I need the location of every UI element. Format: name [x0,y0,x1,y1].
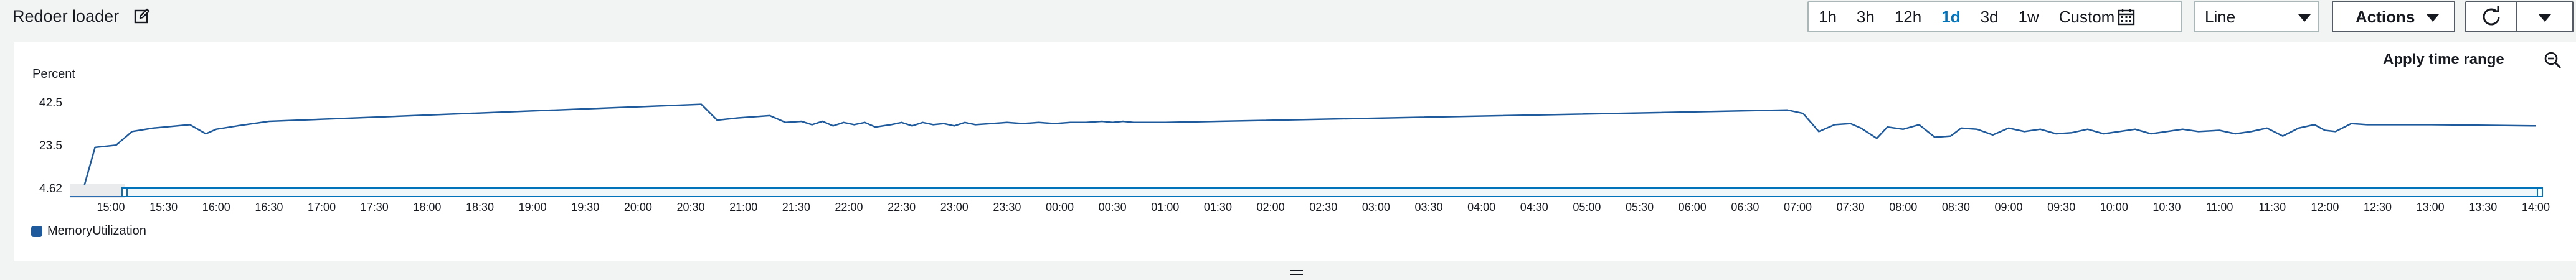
memory-line-chart[interactable]: 42.5 23.5 4.62 15:00 15:30 16:00 16:30 17:00 17:… [0,0,2576,280]
x-tick-label: 18:00 [413,201,441,213]
x-tick-label: 17:30 [361,201,389,213]
x-tick-label: 02:00 [1257,201,1285,213]
x-tick-label: 01:30 [1204,201,1232,213]
y-tick-label: 4.62 [39,182,62,195]
x-tick-label: 02:30 [1309,201,1337,213]
x-tick-label: 03:00 [1362,201,1390,213]
x-tick-label: 03:30 [1414,201,1442,213]
x-tick-label: 08:00 [1889,201,1917,213]
x-tick-label: 19:30 [571,201,599,213]
x-tick-label: 06:30 [1731,201,1759,213]
y-tick-label: 42.5 [39,96,62,110]
x-tick-label: 11:30 [2258,201,2286,213]
x-tick-label: 05:30 [1626,201,1654,213]
x-tick-label: 04:00 [1467,201,1495,213]
x-tick-label: 15:30 [149,201,178,213]
time-brush [124,187,2540,197]
x-tick-label: 17:00 [308,201,336,213]
brush-handle-left [121,187,128,197]
legend-swatch [31,225,42,237]
x-tick-label: 01:00 [1151,201,1179,213]
x-tick-label: 22:00 [835,201,863,213]
x-tick-label: 21:30 [782,201,810,213]
x-tick-label: 09:30 [2047,201,2075,213]
x-tick-label: 23:00 [940,201,968,213]
x-tick-label: 10:30 [2152,201,2181,213]
legend-item[interactable]: MemoryUtilization [31,224,146,238]
series-line-memory-utilization [83,103,2536,185]
x-tick-label: 00:00 [1046,201,1074,213]
x-tick-label: 13:30 [2469,201,2497,213]
y-tick-label: 23.5 [39,139,62,152]
x-tick-label: 12:00 [2311,201,2339,213]
x-tick-label: 19:00 [519,201,547,213]
x-tick-label: 16:30 [255,201,283,213]
x-tick-label: 06:00 [1679,201,1707,213]
x-tick-label: 08:30 [1942,201,1970,213]
x-tick-label: 12:30 [2364,201,2392,213]
x-tick-label: 15:00 [97,201,125,213]
x-tick-label: 20:00 [624,201,652,213]
x-tick-label: 14:00 [2522,201,2550,213]
x-tick-label: 07:30 [1837,201,1865,213]
x-tick-label: 09:00 [1995,201,2023,213]
no-data-region [70,184,125,198]
x-tick-label: 13:00 [2417,201,2445,213]
x-tick-label: 20:30 [677,201,705,213]
legend-label: MemoryUtilization [47,224,146,238]
x-tick-label: 21:00 [729,201,757,213]
x-tick-label: 07:00 [1784,201,1812,213]
x-tick-label: 00:30 [1099,201,1127,213]
x-tick-label: 04:30 [1520,201,1548,213]
x-tick-label: 23:30 [993,201,1021,213]
x-tick-label: 10:00 [2100,201,2128,213]
x-tick-label: 11:00 [2206,201,2233,213]
x-tick-label: 05:00 [1573,201,1601,213]
x-tick-label: 16:00 [202,201,230,213]
resize-handle[interactable] [1290,269,1303,276]
brush-handle-right [2537,187,2543,197]
x-tick-label: 22:30 [888,201,916,213]
x-tick-label: 18:30 [466,201,494,213]
